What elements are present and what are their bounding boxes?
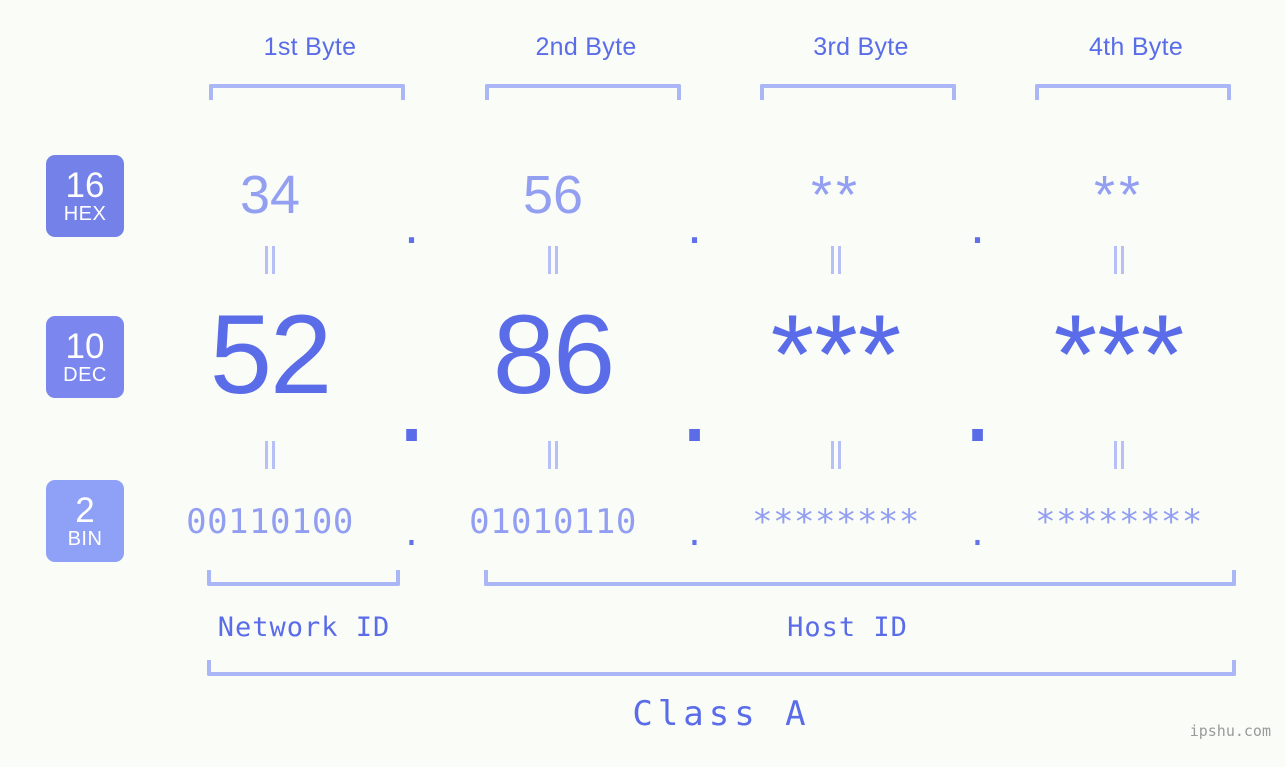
host-id-bracket bbox=[484, 570, 1236, 586]
double-bar-icon bbox=[547, 246, 560, 274]
double-bar-icon bbox=[1113, 441, 1126, 469]
connector-2-4 bbox=[999, 438, 1239, 472]
connector-1-4 bbox=[999, 243, 1239, 277]
double-bar-icon bbox=[1113, 246, 1126, 274]
hex-separator-1: . bbox=[403, 195, 419, 255]
hex-separator-2: . bbox=[686, 195, 702, 255]
bin-row: 00110100 . 01010110 . ******** . *******… bbox=[150, 487, 1285, 557]
base-badge-dec-name: DEC bbox=[63, 364, 107, 386]
byte-bracket-2 bbox=[485, 84, 681, 100]
connector-1-3 bbox=[716, 243, 956, 277]
connector-row-dec-bin bbox=[150, 438, 1285, 472]
bin-separator-2: . bbox=[684, 514, 705, 554]
base-badge-bin-number: 2 bbox=[75, 491, 95, 530]
byte-bracket-3 bbox=[760, 84, 956, 100]
dec-byte-4: *** bbox=[1053, 292, 1185, 417]
byte-label-1: 1st Byte bbox=[263, 33, 357, 61]
base-badge-hex-number: 16 bbox=[65, 166, 105, 205]
hex-byte-1: 34 bbox=[239, 165, 301, 225]
network-id-bracket bbox=[207, 570, 400, 586]
base-badge-bin-name: BIN bbox=[67, 528, 103, 550]
ip-address-diagram: 1st Byte 2nd Byte 3rd Byte 4th Byte 16 H… bbox=[0, 0, 1285, 767]
byte-label-2: 2nd Byte bbox=[535, 33, 637, 61]
connector-2-3 bbox=[716, 438, 956, 472]
double-bar-icon bbox=[264, 246, 277, 274]
byte-bracket-1 bbox=[209, 84, 405, 100]
dec-separator-3: . bbox=[961, 340, 994, 465]
class-label: Class A bbox=[632, 694, 811, 734]
double-bar-icon bbox=[264, 441, 277, 469]
bin-byte-3: ******** bbox=[752, 502, 920, 542]
base-badge-dec-number: 10 bbox=[65, 327, 105, 366]
double-bar-icon bbox=[547, 441, 560, 469]
bin-byte-1: 00110100 bbox=[186, 502, 354, 542]
connector-1-2 bbox=[433, 243, 673, 277]
dec-byte-3: *** bbox=[770, 292, 902, 417]
connector-2-1 bbox=[150, 438, 390, 472]
class-bracket bbox=[207, 660, 1236, 676]
hex-byte-4: ** bbox=[1093, 165, 1145, 225]
double-bar-icon bbox=[830, 246, 843, 274]
base-badge-hex: 16 HEX bbox=[46, 155, 124, 237]
dec-byte-1: 52 bbox=[209, 292, 333, 417]
connector-1-1 bbox=[150, 243, 390, 277]
bin-separator-3: . bbox=[967, 514, 988, 554]
bin-byte-4: ******** bbox=[1035, 502, 1203, 542]
network-id-label: Network ID bbox=[217, 612, 391, 643]
base-badge-dec: 10 DEC bbox=[46, 316, 124, 398]
bin-separator-1: . bbox=[401, 514, 422, 554]
byte-bracket-4 bbox=[1035, 84, 1231, 100]
hex-byte-3: ** bbox=[810, 165, 862, 225]
site-watermark: ipshu.com bbox=[1189, 722, 1271, 740]
hex-separator-3: . bbox=[969, 195, 985, 255]
hex-row: 34 . 56 . ** . ** bbox=[150, 145, 1285, 255]
bin-byte-2: 01010110 bbox=[469, 502, 637, 542]
dec-separator-2: . bbox=[678, 340, 711, 465]
host-id-label: Host ID bbox=[787, 612, 908, 643]
byte-label-4: 4th Byte bbox=[1088, 33, 1184, 61]
base-badge-hex-name: HEX bbox=[63, 203, 107, 225]
dec-separator-1: . bbox=[395, 340, 428, 465]
dec-byte-2: 86 bbox=[492, 292, 616, 417]
connector-row-hex-dec bbox=[150, 243, 1285, 277]
byte-label-3: 3rd Byte bbox=[813, 33, 909, 61]
base-badge-bin: 2 BIN bbox=[46, 480, 124, 562]
connector-2-2 bbox=[433, 438, 673, 472]
double-bar-icon bbox=[830, 441, 843, 469]
dec-row: 52 . 86 . *** . *** bbox=[150, 285, 1285, 465]
hex-byte-2: 56 bbox=[522, 165, 584, 225]
